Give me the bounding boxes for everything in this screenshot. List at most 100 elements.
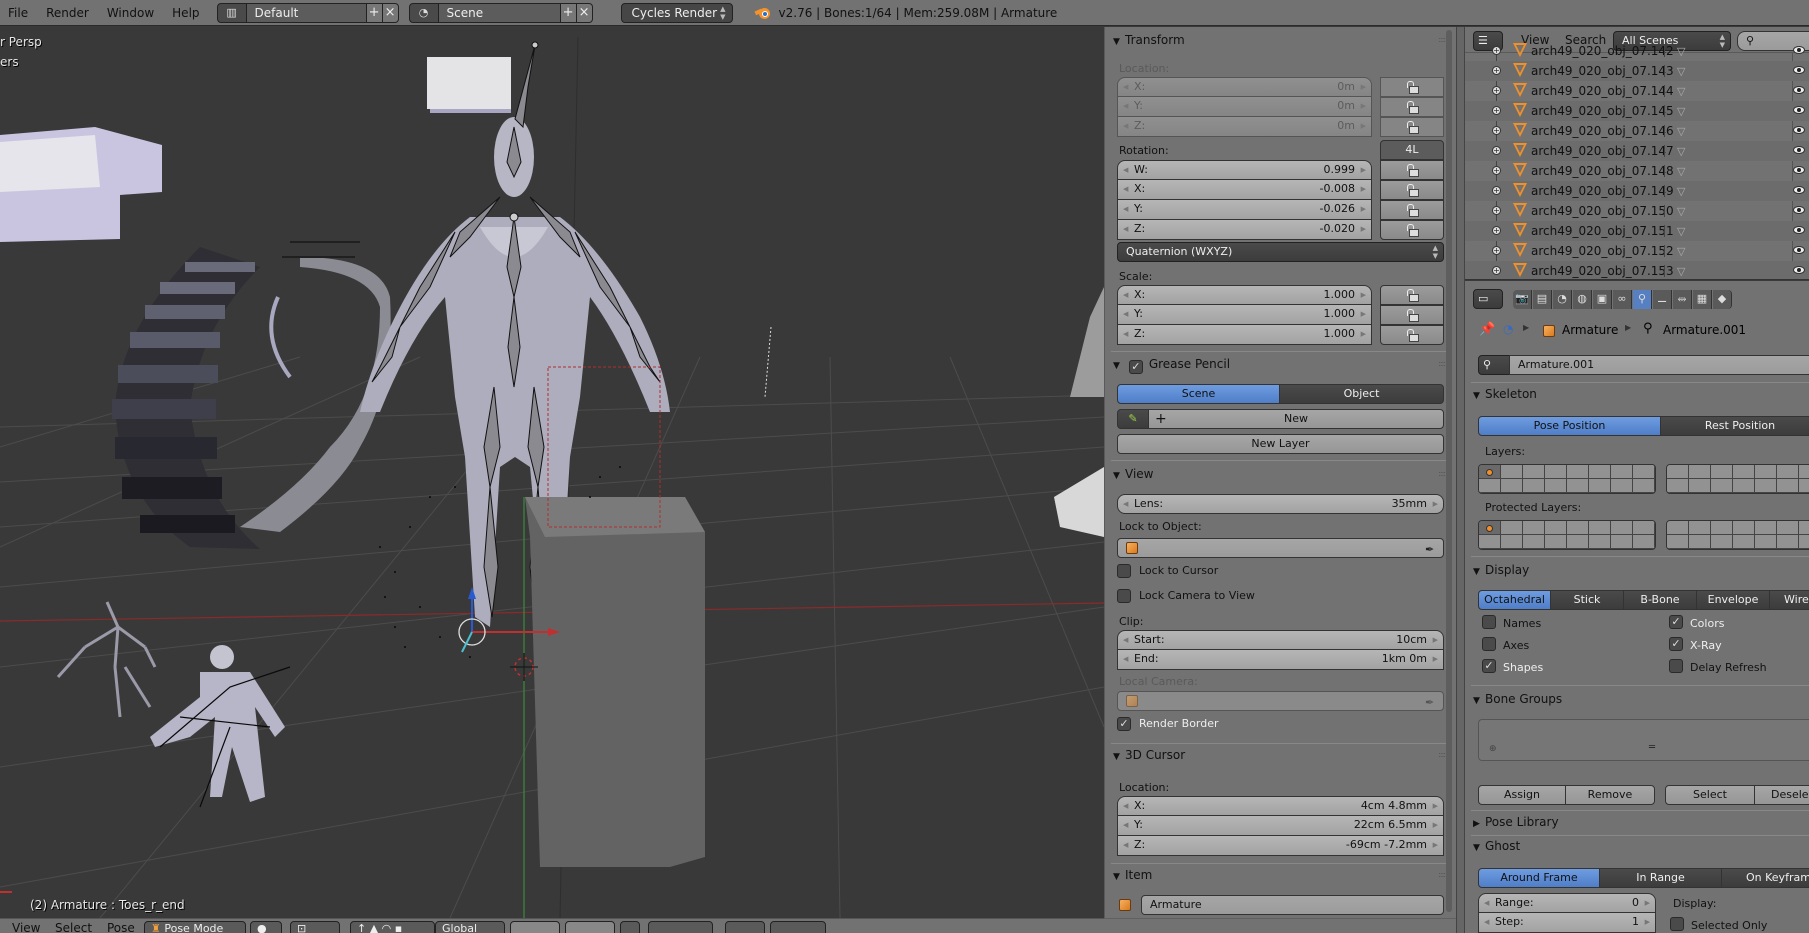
bone-group-deselect-button[interactable]: Deselect	[1754, 785, 1809, 805]
object-name[interactable]: arch49_020_obj_07.149	[1531, 184, 1674, 198]
visibility-eye-icon[interactable]	[1793, 166, 1805, 174]
bone-layers-grid-2[interactable]	[1666, 464, 1809, 494]
lock-rotation-w[interactable]	[1380, 160, 1444, 180]
expand-plus-icon[interactable]: +	[1492, 126, 1501, 135]
clip-end-field[interactable]: ◀ End: 1km 0m ▶	[1117, 650, 1444, 670]
gp-new-layer-button[interactable]: New Layer	[1117, 434, 1444, 454]
add-layout-button[interactable]: +	[366, 2, 383, 23]
visibility-eye-icon[interactable]	[1793, 86, 1805, 94]
object-name[interactable]: arch49_020_obj_07.145	[1531, 104, 1674, 118]
object-name[interactable]: arch49_020_obj_07.148	[1531, 164, 1674, 178]
bone-groups-panel-header[interactable]: ▼ Bone Groups	[1473, 688, 1807, 710]
lock-rotation-x[interactable]	[1380, 180, 1444, 200]
eyedropper-icon[interactable]: ✒	[1425, 694, 1437, 709]
lock-4l-toggle[interactable]: 4L	[1380, 140, 1444, 160]
expand-plus-icon[interactable]: +	[1492, 266, 1501, 275]
protected-layers-grid-2[interactable]	[1666, 520, 1809, 550]
rotation-y-field[interactable]: ◀ Y: -0.026 ▶	[1117, 200, 1372, 220]
list-resize-handle[interactable]: ═	[1649, 742, 1655, 753]
object-name[interactable]: arch49_020_obj_07.144	[1531, 84, 1674, 98]
protected-layers-grid-1[interactable]	[1478, 520, 1656, 550]
list-add-icon[interactable]: ⊕	[1489, 744, 1497, 754]
scale-y-field[interactable]: ◀ Y: 1.000 ▶	[1117, 305, 1372, 325]
display-wire-button[interactable]: Wire	[1769, 590, 1809, 610]
drag-grip-icon[interactable]: ::::	[1438, 864, 1446, 886]
visibility-eye-icon[interactable]	[1793, 266, 1805, 274]
mesh-data-icon[interactable]: ▽	[1677, 85, 1685, 98]
add-scene-button[interactable]: +	[560, 2, 577, 23]
outliner-row[interactable]: + arch49_020_obj_07.142 ▽	[1465, 41, 1809, 61]
orientation-selector[interactable]: Global	[435, 921, 505, 933]
visibility-eye-icon[interactable]	[1793, 146, 1805, 154]
object-name[interactable]: arch49_020_obj_07.146	[1531, 124, 1674, 138]
expand-plus-icon[interactable]: +	[1492, 246, 1501, 255]
clip-start-field[interactable]: ◀ Start: 10cm ▶	[1117, 630, 1444, 650]
outliner-row[interactable]: + arch49_020_obj_07.144 ▽	[1465, 81, 1809, 101]
lock-scale-y[interactable]	[1380, 305, 1444, 325]
pose-position-button[interactable]: Pose Position	[1478, 416, 1661, 436]
bone-layers-grid-1[interactable]	[1478, 464, 1656, 494]
grease-pencil-panel-header[interactable]: ▼ ✓ Grease Pencil ::::	[1113, 353, 1447, 375]
outliner-row[interactable]: + arch49_020_obj_07.148 ▽	[1465, 161, 1809, 181]
area-divider[interactable]	[1456, 27, 1465, 933]
manipulator-toggles[interactable]: ↑ ▲ ◠ ▪	[350, 921, 435, 933]
visibility-eye-icon[interactable]	[1793, 106, 1805, 114]
render-buttons[interactable]	[725, 921, 765, 933]
outliner-row[interactable]: + arch49_020_obj_07.152 ▽	[1465, 241, 1809, 261]
visibility-eye-icon[interactable]	[1793, 206, 1805, 214]
xray-checkbox[interactable]: ✓	[1669, 637, 1683, 651]
outliner-row[interactable]: + arch49_020_obj_07.153 ▽	[1465, 261, 1809, 279]
remove-layout-button[interactable]: ×	[382, 2, 399, 23]
drag-grip-icon[interactable]: ::::	[1438, 29, 1446, 51]
visibility-eye-icon[interactable]	[1793, 66, 1805, 74]
pose-library-panel-header[interactable]: ▶ Pose Library	[1473, 811, 1807, 833]
rotation-z-field[interactable]: ◀ Z: -0.020 ▶	[1117, 220, 1372, 240]
lock-to-cursor-checkbox[interactable]	[1117, 564, 1131, 578]
display-bbone-button[interactable]: B-Bone	[1623, 590, 1697, 610]
ghost-range-field[interactable]: ◀ Range: 0 ▶	[1478, 893, 1656, 913]
3d-viewport[interactable]: r Persp ers (2) Armature : Toes_r_end	[0, 27, 1104, 918]
skeleton-panel-header[interactable]: ▼ Skeleton	[1473, 383, 1807, 405]
pivot-selector[interactable]: ⊡	[290, 921, 340, 933]
visibility-eye-icon[interactable]	[1793, 126, 1805, 134]
tab-scene-icon[interactable]: ◔	[1553, 290, 1572, 309]
lock-camera-to-view-checkbox[interactable]	[1117, 589, 1131, 603]
outliner-row[interactable]: + arch49_020_obj_07.149 ▽	[1465, 181, 1809, 201]
lock-layer-button[interactable]	[620, 921, 640, 933]
outliner-row[interactable]: + arch49_020_obj_07.143 ▽	[1465, 61, 1809, 81]
gp-new-button[interactable]: + New	[1148, 409, 1444, 429]
rotation-w-field[interactable]: ◀ W: 0.999 ▶	[1117, 160, 1372, 180]
pin-icon[interactable]: 📌	[1479, 322, 1495, 337]
visibility-eye-icon[interactable]	[1793, 226, 1805, 234]
axes-checkbox[interactable]	[1482, 637, 1496, 651]
ghost-in-range-button[interactable]: In Range	[1599, 868, 1722, 888]
tab-bone-constraints-icon[interactable]: ⥈	[1673, 290, 1692, 309]
shapes-checkbox[interactable]: ✓	[1482, 659, 1496, 673]
delay-refresh-checkbox[interactable]	[1669, 659, 1683, 673]
lock-to-object-field[interactable]: ✒	[1117, 538, 1444, 558]
menu-file[interactable]: File	[0, 0, 37, 26]
colors-checkbox[interactable]: ✓	[1669, 615, 1683, 629]
drag-grip-icon[interactable]: ::::	[1438, 463, 1446, 485]
lock-location-y[interactable]	[1380, 97, 1444, 117]
mesh-data-icon[interactable]: ▽	[1677, 145, 1685, 158]
properties-editor-type[interactable]: ▭	[1473, 289, 1503, 309]
scene-field[interactable]: Scene	[438, 2, 561, 23]
local-camera-field[interactable]: ✒	[1117, 691, 1444, 711]
render-engine-dropdown[interactable]: Cycles Render ▲ ▼	[620, 2, 733, 23]
transform-panel-header[interactable]: ▼ Transform ::::	[1113, 29, 1447, 51]
outliner-row[interactable]: + arch49_020_obj_07.146 ▽	[1465, 121, 1809, 141]
item-panel-header[interactable]: ▼ Item ::::	[1113, 864, 1447, 886]
rest-position-button[interactable]: Rest Position	[1660, 416, 1809, 436]
mesh-data-icon[interactable]: ▽	[1677, 45, 1685, 58]
outliner-row[interactable]: + arch49_020_obj_07.145 ▽	[1465, 101, 1809, 121]
expand-plus-icon[interactable]: +	[1492, 166, 1501, 175]
display-stick-button[interactable]: Stick	[1550, 590, 1624, 610]
view-panel-header[interactable]: ▼ View ::::	[1113, 463, 1447, 485]
scale-z-field[interactable]: ◀ Z: 1.000 ▶	[1117, 325, 1372, 345]
sidebar-scrollbar[interactable]	[1446, 30, 1452, 912]
mesh-data-icon[interactable]: ▽	[1677, 185, 1685, 198]
bone-group-select-button[interactable]: Select	[1665, 785, 1755, 805]
mesh-data-icon[interactable]: ▽	[1677, 105, 1685, 118]
cursor-z-field[interactable]: ◀ Z: -69cm -7.2mm ▶	[1117, 836, 1444, 856]
